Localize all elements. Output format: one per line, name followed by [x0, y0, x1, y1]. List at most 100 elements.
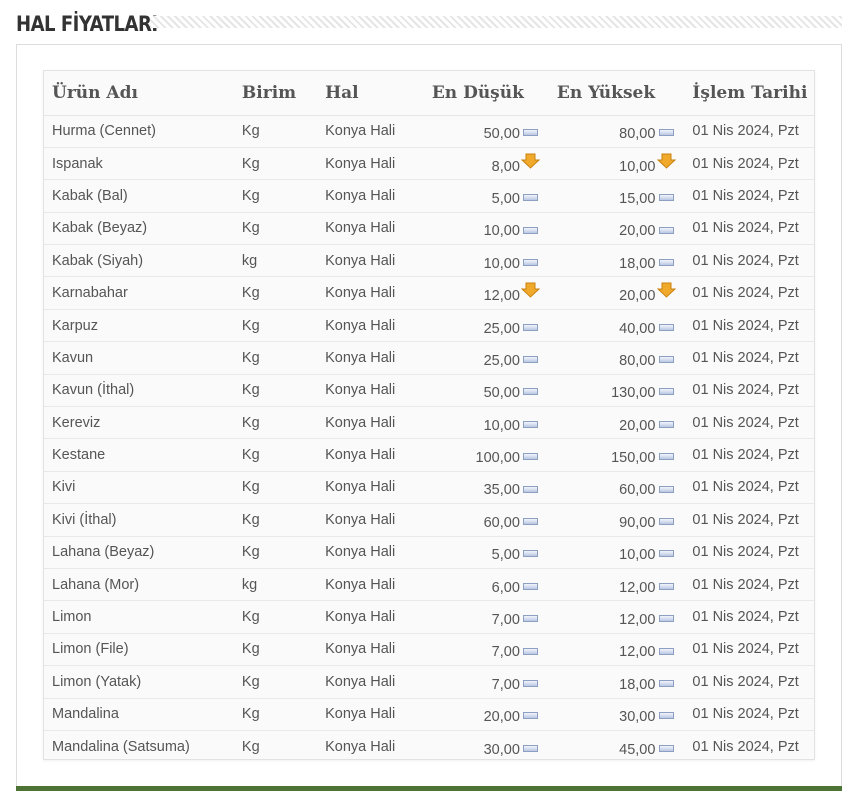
date-cell: 01 Nis 2024, Pzt [692, 738, 799, 755]
min-price-cell: 60,00 [424, 504, 542, 536]
price-table-container: Ürün Adı Birim Hal En Düşük En Yüksek İş… [43, 70, 815, 760]
column-header-market[interactable]: Hal [317, 71, 424, 116]
max-price-value: 30,00 [619, 709, 656, 726]
unit-cell: Kg [241, 382, 260, 399]
date-cell: 01 Nis 2024, Pzt [692, 641, 799, 658]
date-cell: 01 Nis 2024, Pzt [692, 511, 799, 528]
market-cell: Konya Hali [325, 349, 396, 366]
table-row: Kivi (İthal) Kg Konya Hali 60,00 90,00 01 Nis… [44, 504, 814, 537]
market-cell: Konya Hali [325, 544, 396, 561]
min-price-value: 100,00 [475, 450, 520, 467]
max-price-cell: 30,00 [542, 698, 678, 730]
table-row: Kivi Kg Konya Hali 35,00 60,00 01 Nis 2024, P… [44, 471, 814, 504]
no-change-icon [520, 610, 542, 623]
min-price-value: 7,00 [491, 676, 520, 693]
page-header: HAL FİYATLARI [16, 8, 842, 40]
product-name-cell: Ispanak [52, 155, 103, 172]
market-cell: Konya Hali [325, 706, 396, 723]
date-cell: 01 Nis 2024, Pzt [692, 447, 799, 464]
no-change-icon [655, 578, 677, 590]
price-down-arrow-icon [655, 153, 677, 169]
market-cell: Konya Hali [325, 609, 396, 626]
max-price-value: 18,00 [619, 676, 656, 693]
unit-cell: Kg [241, 447, 260, 464]
no-change-icon [520, 707, 542, 720]
product-name-cell: Mandalina (Satsuma) [52, 738, 190, 755]
market-cell: Konya Hali [325, 382, 396, 399]
max-price-cell: 150,00 [542, 439, 678, 471]
product-name-cell: Karnabahar [52, 285, 128, 302]
no-change-icon [655, 448, 677, 461]
min-price-cell: 6,00 [424, 568, 542, 600]
min-price-value: 10,00 [483, 417, 520, 434]
min-price-cell: 10,00 [424, 407, 542, 439]
max-price-value: 12,00 [619, 644, 656, 661]
min-price-cell: 50,00 [424, 374, 542, 406]
max-price-cell: 20,00 [542, 407, 678, 439]
product-name-cell: Lahana (Beyaz) [52, 544, 155, 561]
product-name-cell: Mandalina [52, 706, 119, 723]
max-price-cell: 12,00 [542, 601, 678, 633]
date-cell: 01 Nis 2024, Pzt [692, 414, 799, 431]
min-price-cell: 5,00 [424, 180, 542, 212]
max-price-cell: 10,00 [542, 536, 678, 568]
no-change-icon [655, 416, 677, 428]
table-row: Lahana (Beyaz) Kg Konya Hali 5,00 10,00 01 Ni… [44, 536, 814, 569]
market-cell: Konya Hali [325, 414, 396, 431]
max-price-cell: 130,00 [542, 374, 678, 406]
no-change-icon [655, 675, 677, 687]
market-cell: Konya Hali [325, 479, 396, 496]
max-price-cell: 12,00 [542, 568, 678, 600]
max-price-value: 40,00 [619, 320, 656, 337]
column-header-unit[interactable]: Birim [233, 71, 318, 116]
product-name-cell: Kereviz [52, 414, 101, 431]
date-cell: 01 Nis 2024, Pzt [692, 576, 799, 593]
min-price-cell: 25,00 [424, 309, 542, 341]
market-cell: Konya Hali [325, 285, 396, 302]
no-change-icon [520, 383, 542, 396]
no-change-icon [655, 319, 677, 331]
min-price-cell: 7,00 [424, 633, 542, 665]
product-name-cell: Karpuz [52, 317, 98, 334]
min-price-value: 5,00 [491, 547, 520, 564]
title-decoration [150, 16, 842, 28]
no-change-icon [520, 189, 542, 202]
product-name-cell: Kestane [52, 447, 106, 464]
unit-cell: Kg [241, 220, 260, 237]
no-change-icon [655, 545, 677, 558]
min-price-value: 7,00 [491, 644, 520, 661]
table-row: Kavun Kg Konya Hali 25,00 80,00 01 Nis 2024, … [44, 342, 814, 375]
min-price-value: 25,00 [483, 352, 520, 369]
no-change-icon [520, 416, 542, 428]
table-row: Karnabahar Kg Konya Hali 12,00 20,00 01 Nis 2… [44, 277, 814, 310]
unit-cell: Kg [241, 414, 260, 431]
no-change-icon [520, 481, 542, 493]
date-cell: 01 Nis 2024, Pzt [692, 479, 799, 496]
max-price-cell: 90,00 [542, 504, 678, 536]
no-change-icon [520, 254, 542, 266]
column-header-min-price[interactable]: En Düşük [423, 71, 542, 116]
market-cell: Konya Hali [325, 576, 396, 593]
unit-cell: Kg [241, 609, 260, 626]
product-name-cell: Kavun [52, 349, 94, 366]
date-cell: 01 Nis 2024, Pzt [692, 155, 799, 172]
table-row: Ispanak Kg Konya Hali 8,00 10,00 01 Nis 2024,… [44, 147, 814, 180]
unit-cell: Kg [241, 479, 260, 496]
column-header-max-price[interactable]: En Yüksek [541, 71, 678, 116]
column-header-product[interactable]: Ürün Adı [44, 71, 234, 116]
date-cell: 01 Nis 2024, Pzt [692, 123, 799, 140]
min-price-value: 60,00 [483, 514, 520, 531]
price-table: Ürün Adı Birim Hal En Düşük En Yüksek İş… [44, 71, 814, 763]
max-price-value: 80,00 [619, 126, 656, 143]
unit-cell: Kg [241, 317, 260, 334]
table-row: Kereviz Kg Konya Hali 10,00 20,00 01 Nis 2024… [44, 407, 814, 439]
max-price-cell: 80,00 [542, 342, 678, 374]
product-name-cell: Limon [52, 609, 92, 626]
min-price-cell: 30,00 [424, 730, 542, 762]
date-cell: 01 Nis 2024, Pzt [692, 317, 799, 334]
min-price-cell: 5,00 [424, 536, 542, 568]
table-row: Hurma (Cennet) Kg Konya Hali 50,00 80,00 01 N… [44, 115, 814, 148]
no-change-icon [520, 351, 542, 364]
column-header-date[interactable]: İşlem Tarihi [677, 71, 814, 116]
market-cell: Konya Hali [325, 317, 396, 334]
